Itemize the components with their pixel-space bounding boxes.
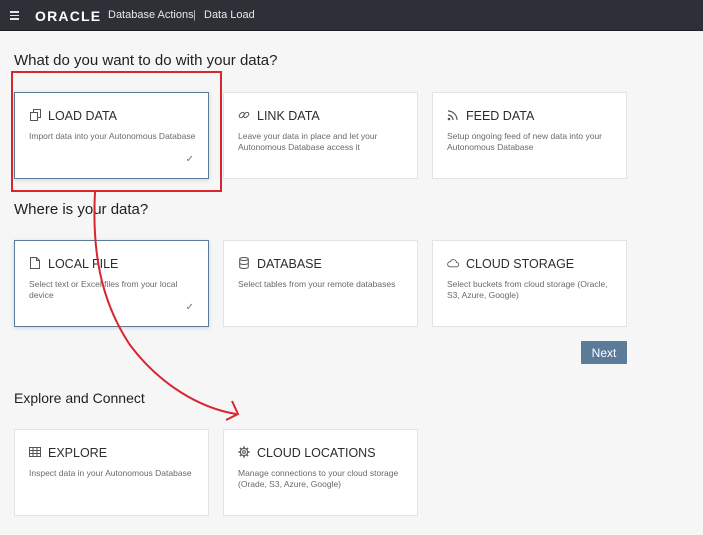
hamburger-menu-icon[interactable] (10, 9, 22, 21)
file-icon (29, 257, 41, 269)
card-title: LOCAL FILE (48, 257, 119, 271)
card-title: FEED DATA (466, 109, 535, 123)
card-load-data[interactable]: LOAD DATA Import data into your Autonomo… (14, 92, 209, 179)
table-grid-icon (29, 446, 41, 458)
section-heading-explore: Explore and Connect (14, 390, 145, 406)
card-explore[interactable]: EXPLORE Inspect data in your Autonomous … (14, 429, 209, 516)
card-description: Select tables from your remote databases (238, 279, 396, 289)
card-description: Manage connections to your cloud storage… (238, 468, 399, 489)
card-cloud-locations[interactable]: CLOUD LOCATIONS Manage connections to yo… (223, 429, 418, 516)
card-title: LINK DATA (257, 109, 320, 123)
load-data-icon (29, 109, 41, 121)
checkmark-icon: ✓ (185, 302, 194, 313)
page-title: Data Load (204, 9, 255, 21)
card-description: Select buckets from cloud storage (Oracl… (447, 279, 608, 300)
card-description: Import data into your Autonomous Databas… (29, 131, 196, 141)
card-local-file[interactable]: LOCAL FILE Select text or Excel files fr… (14, 240, 209, 327)
section-heading-source: Where is your data? (14, 201, 149, 218)
card-title: DATABASE (257, 257, 322, 271)
card-database[interactable]: DATABASE Select tables from your remote … (223, 240, 418, 327)
section-heading-action: What do you want to do with your data? (14, 52, 278, 69)
card-description: Setup ongoing feed of new data into your… (447, 131, 603, 152)
card-cloud-storage[interactable]: CLOUD STORAGE Select buckets from cloud … (432, 240, 627, 327)
card-title: CLOUD STORAGE (466, 257, 575, 271)
card-feed-data[interactable]: FEED DATA Setup ongoing feed of new data… (432, 92, 627, 179)
link-icon (238, 109, 250, 121)
app-title[interactable]: Database Actions (108, 9, 194, 21)
card-title: LOAD DATA (48, 109, 117, 123)
checkmark-icon: ✓ (185, 154, 194, 165)
gear-icon (238, 446, 250, 458)
feed-icon (447, 109, 459, 121)
card-title: EXPLORE (48, 446, 108, 460)
card-description: Select text or Excel files from your loc… (29, 279, 178, 300)
database-icon (238, 257, 250, 269)
card-description: Leave your data in place and let your Au… (238, 131, 378, 152)
card-title: CLOUD LOCATIONS (257, 446, 376, 460)
oracle-logo: ORACLE (35, 8, 102, 24)
top-bar: ORACLE Database Actions | Data Load (0, 0, 703, 31)
breadcrumb-separator: | (193, 9, 196, 21)
card-description: Inspect data in your Autonomous Database (29, 468, 192, 478)
card-link-data[interactable]: LINK DATA Leave your data in place and l… (223, 92, 418, 179)
next-button[interactable]: Next (581, 341, 627, 364)
cloud-icon (447, 257, 459, 269)
